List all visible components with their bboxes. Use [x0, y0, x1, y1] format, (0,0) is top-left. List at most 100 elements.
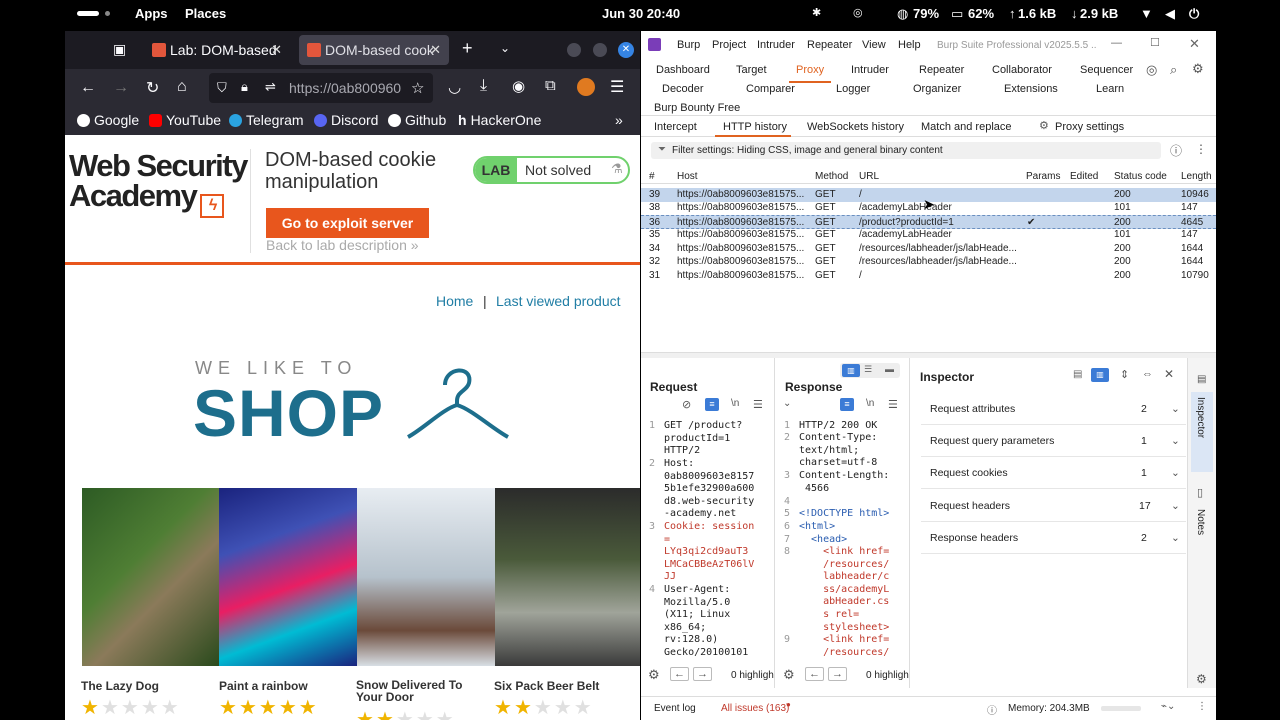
- tab-extensions[interactable]: Extensions: [1004, 83, 1058, 95]
- places-menu[interactable]: Places: [185, 6, 226, 21]
- side-inspector-icon[interactable]: ▤: [1197, 374, 1206, 385]
- forward-icon[interactable]: →: [113, 79, 129, 97]
- collapse-all-icon[interactable]: ⇔: [1142, 368, 1153, 380]
- filter-bar[interactable]: ⏷ Filter settings: Hiding CSS, image and…: [651, 142, 1161, 159]
- menu-burp[interactable]: Burp: [677, 39, 700, 51]
- tab-learn[interactable]: Learn: [1096, 83, 1124, 95]
- nav-last-viewed-link[interactable]: Last viewed product: [496, 293, 621, 309]
- permissions-icon[interactable]: ⇌: [265, 79, 276, 95]
- tab-active[interactable]: DOM-based cook ✕: [299, 35, 449, 65]
- inspector-section[interactable]: Request attributes 2 ⌄: [921, 393, 1186, 425]
- activities-pill[interactable]: [77, 11, 99, 16]
- table-row-selected[interactable]: 36 https://0ab8009603e81575... GET/product…: [641, 215, 1216, 229]
- back-to-description-link[interactable]: Back to lab description »: [266, 237, 419, 253]
- product-image-dog[interactable]: [82, 488, 219, 666]
- subtab-websockets-history[interactable]: WebSockets history: [807, 121, 904, 133]
- bookmark-hackerone[interactable]: h HackerOne: [458, 112, 541, 128]
- tab-organizer[interactable]: Organizer: [913, 83, 961, 95]
- burp-extension-icon[interactable]: [577, 78, 595, 96]
- status-menu-icon[interactable]: ⌁⌄: [1161, 701, 1175, 712]
- product-name[interactable]: Snow Delivered To Your Door: [356, 679, 481, 703]
- response-editor[interactable]: 1 HTTP/2 200 OK 2 Content-Type: text/htm…: [776, 418, 906, 676]
- layout-toggle-group[interactable]: ▥ ☰ ▬: [840, 363, 900, 378]
- downloads-icon[interactable]: ⤓: [480, 77, 487, 95]
- status-more-icon[interactable]: ⋮: [1197, 701, 1207, 712]
- bookmark-discord[interactable]: Discord: [314, 112, 378, 128]
- maximize-icon[interactable]: ☐: [1150, 36, 1160, 49]
- product-image-beer-belt[interactable]: [495, 488, 640, 666]
- settings-gear-icon[interactable]: ⚙: [1192, 61, 1204, 77]
- inspector-layout-active-icon[interactable]: ▥: [1091, 368, 1109, 382]
- response-prev-icon[interactable]: ←: [805, 667, 824, 681]
- tab-sequencer[interactable]: Sequencer: [1080, 64, 1133, 76]
- inspector-section[interactable]: Request cookies 1 ⌄: [921, 457, 1186, 489]
- tab-logger[interactable]: Logger: [836, 83, 870, 95]
- proxy-settings-gear-icon[interactable]: ⚙: [1039, 119, 1049, 132]
- side-tab-notes[interactable]: Notes: [1191, 504, 1213, 554]
- menu-view[interactable]: View: [862, 39, 886, 51]
- menu-icon[interactable]: ☰: [610, 77, 624, 97]
- nav-home-link[interactable]: Home: [436, 293, 473, 309]
- apps-menu[interactable]: Apps: [135, 6, 168, 21]
- subtab-intercept[interactable]: Intercept: [654, 121, 697, 133]
- shield-icon[interactable]: ⛉: [217, 80, 227, 96]
- request-prev-icon[interactable]: ←: [670, 667, 689, 681]
- table-row[interactable]: 34 https://0ab8009603e81575... GET/resourc…: [641, 242, 1216, 256]
- wsa-logo[interactable]: Web Security Academy ϟ: [69, 150, 248, 218]
- tab-lab[interactable]: Lab: DOM-based ✕: [144, 35, 290, 65]
- tab-proxy[interactable]: Proxy: [796, 64, 824, 76]
- tab-decoder[interactable]: Decoder: [662, 83, 704, 95]
- volume-icon[interactable]: ◀: [1165, 6, 1175, 22]
- newline-toggle-icon[interactable]: \n: [866, 398, 874, 409]
- bookmark-youtube[interactable]: YouTube: [149, 112, 221, 128]
- account-icon[interactable]: ◉: [512, 77, 525, 95]
- reload-icon[interactable]: ↻: [146, 78, 159, 98]
- tab-dashboard[interactable]: Dashboard: [656, 64, 710, 76]
- layout-single-icon[interactable]: ▬: [885, 364, 894, 374]
- close-icon[interactable]: ✕: [271, 35, 282, 65]
- all-issues-button[interactable]: All issues (163): [721, 703, 789, 714]
- request-next-icon[interactable]: →: [693, 667, 712, 681]
- menu-repeater[interactable]: Repeater: [807, 39, 852, 51]
- layout-split-icon[interactable]: ▥: [842, 364, 860, 377]
- side-tab-inspector[interactable]: Inspector: [1191, 392, 1213, 472]
- layout-rows-icon[interactable]: ☰: [864, 364, 872, 375]
- lock-icon[interactable]: 🔒︎: [241, 79, 248, 95]
- globe-icon[interactable]: ◎: [1146, 62, 1157, 78]
- tab-burp-bounty[interactable]: Burp Bounty Free: [654, 102, 740, 114]
- exploit-server-button[interactable]: Go to exploit server: [266, 208, 429, 238]
- minimize-icon[interactable]: —: [1111, 37, 1122, 49]
- response-collapse-icon[interactable]: ⌄: [783, 398, 791, 409]
- table-row[interactable]: 35 https://0ab8009603e81575... GET/academy…: [641, 228, 1216, 242]
- col-url[interactable]: URL: [859, 171, 879, 182]
- tab-collaborator[interactable]: Collaborator: [992, 64, 1052, 76]
- side-notes-icon[interactable]: ▯: [1197, 486, 1203, 499]
- request-menu-icon[interactable]: ☰: [753, 398, 763, 411]
- maximize-button[interactable]: [593, 43, 607, 57]
- more-options-icon[interactable]: ⋮: [1195, 142, 1207, 156]
- back-icon[interactable]: ←: [80, 79, 96, 97]
- bookmark-star-icon[interactable]: ☆: [411, 79, 424, 97]
- wifi-icon[interactable]: ▼: [1140, 6, 1153, 21]
- close-icon[interactable]: ✕: [1189, 36, 1200, 52]
- inspector-section[interactable]: Request query parameters 1 ⌄: [921, 425, 1186, 457]
- pretty-toggle-icon[interactable]: ≡: [705, 398, 719, 411]
- expand-all-icon[interactable]: ⇕: [1120, 368, 1129, 381]
- product-image-snow[interactable]: [357, 488, 495, 666]
- newline-toggle-icon[interactable]: \n: [731, 398, 739, 409]
- inspector-close-icon[interactable]: ✕: [1164, 367, 1174, 381]
- product-name[interactable]: The Lazy Dog: [81, 679, 211, 693]
- close-icon[interactable]: ✕: [430, 35, 441, 65]
- bookmark-github[interactable]: Github: [388, 112, 446, 128]
- response-menu-icon[interactable]: ☰: [888, 398, 898, 411]
- col-length[interactable]: Length: [1181, 171, 1212, 182]
- side-settings-icon[interactable]: ⚙: [1196, 672, 1207, 686]
- clock[interactable]: Jun 30 20:40: [602, 6, 680, 21]
- tab-target[interactable]: Target: [736, 64, 767, 76]
- table-row[interactable]: 31 https://0ab8009603e81575... GET/200 1079…: [641, 269, 1216, 283]
- inspector-section[interactable]: Response headers 2 ⌄: [921, 522, 1186, 554]
- power-icon[interactable]: ⏻: [1189, 6, 1199, 22]
- minimize-button[interactable]: [567, 43, 581, 57]
- pocket-icon[interactable]: ◡: [448, 78, 461, 96]
- new-tab-icon[interactable]: +: [462, 38, 473, 59]
